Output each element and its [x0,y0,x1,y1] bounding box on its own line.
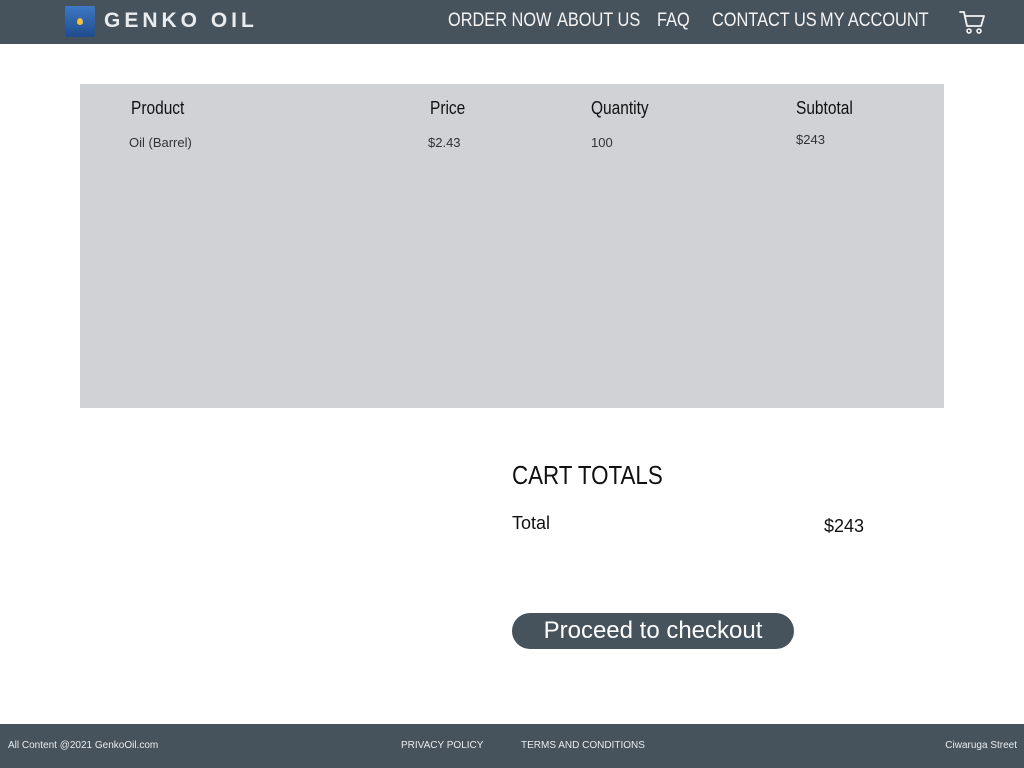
nav-about-us[interactable]: ABOUT US [557,10,640,32]
shopping-cart-icon[interactable] [958,8,986,36]
privacy-policy-link[interactable]: PRIVACY POLICY [401,740,483,751]
proceed-to-checkout-button[interactable]: Proceed to checkout [512,613,794,649]
site-header: GENKO OIL ORDER NOW ABOUT US FAQ CONTACT… [0,0,1024,44]
nav-my-account[interactable]: MY ACCOUNT [820,10,929,32]
cell-quantity[interactable]: 100 [591,135,613,150]
header-subtotal: Subtotal [796,98,853,118]
header-price: Price [430,98,466,118]
nav-contact-us[interactable]: CONTACT US [712,10,817,32]
nav-faq[interactable]: FAQ [657,10,690,32]
cell-product: Oil (Barrel) [129,135,192,150]
header-quantity: Quantity [591,98,649,118]
cell-subtotal: $243 [796,132,825,147]
total-label: Total [512,513,551,533]
copyright-text: All Content @2021 GenkoOil.com [8,740,159,751]
oil-drum-logo-icon[interactable] [65,6,95,37]
cart-table: Product Price Quantity Subtotal Oil (Bar… [80,84,944,408]
site-footer: All Content @2021 GenkoOil.com PRIVACY P… [0,724,1024,768]
cell-price: $2.43 [428,135,461,150]
nav-order-now[interactable]: ORDER NOW [448,10,551,32]
address-text: Ciwaruga Street [945,740,1017,751]
brand-name[interactable]: GENKO OIL [104,9,258,33]
total-value: $243 [824,516,865,536]
cart-totals-title: CART TOTALS [512,460,663,490]
terms-link[interactable]: TERMS AND CONDITIONS [521,740,645,751]
header-product: Product [131,98,185,118]
oil-drop-icon [77,18,83,25]
